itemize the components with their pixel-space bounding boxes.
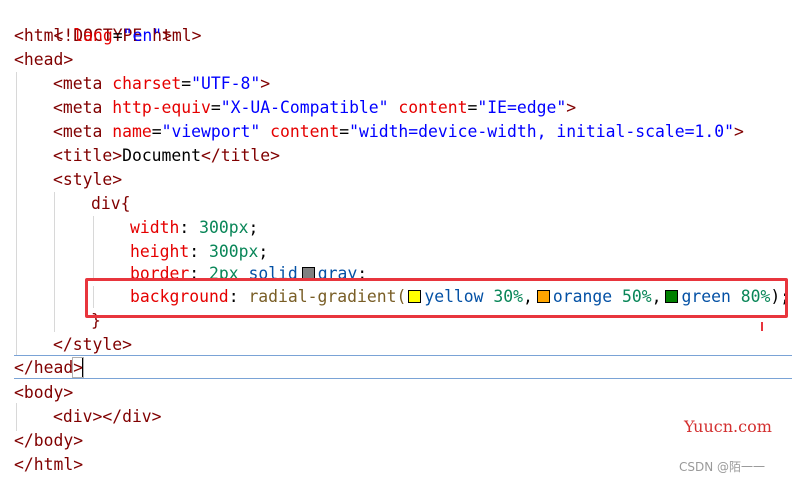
code-line-1: <!DOCTYPE html> [14, 0, 201, 45]
head-open-token: <head> [14, 50, 74, 69]
code-line-15: </style> [53, 335, 132, 354]
code-line-18: <div></div> [53, 407, 162, 426]
code-line-20: </html> [14, 455, 84, 474]
code-line-4: <meta charset="UTF-8"> [53, 74, 271, 93]
code-line-5: <meta http-equiv="X-UA-Compatible" conte… [53, 98, 577, 117]
lang-val-token: "en" [122, 26, 163, 45]
lang-attr-token: lang [73, 26, 113, 45]
indent-guide [16, 403, 17, 431]
text-cursor [82, 358, 83, 377]
brand-watermark: Yuucn.com [684, 417, 772, 436]
red-annotation-box [85, 278, 788, 318]
code-line-6: <meta name="viewport" content="width=dev… [53, 122, 744, 141]
code-line-9: div{ [91, 192, 130, 216]
active-line-highlight [14, 355, 792, 379]
css-selector-token: div{ [91, 194, 131, 213]
red-annotation-mark [761, 322, 763, 331]
code-editor[interactable]: <!DOCTYPE html> <html lang="en"> <head> … [0, 0, 792, 483]
code-line-7: <title>Document</title> [53, 146, 280, 165]
code-line-8: <style> [53, 170, 123, 189]
code-line-10: width: 300px; [130, 218, 259, 237]
code-line-19: </body> [14, 431, 84, 450]
title-text-token: Document [122, 146, 202, 165]
indent-guide [54, 192, 55, 332]
code-line-17: <body> [14, 383, 74, 402]
code-line-16: </head> [14, 357, 85, 378]
indent-guide [16, 72, 17, 356]
html-open-token: <html [14, 26, 64, 45]
code-line-11: height: 300px; [130, 242, 269, 261]
csdn-watermark: CSDN @陌一一 [679, 460, 766, 474]
code-line-2: <html lang="en"> [14, 26, 172, 45]
code-line-3: <head> [14, 48, 73, 72]
